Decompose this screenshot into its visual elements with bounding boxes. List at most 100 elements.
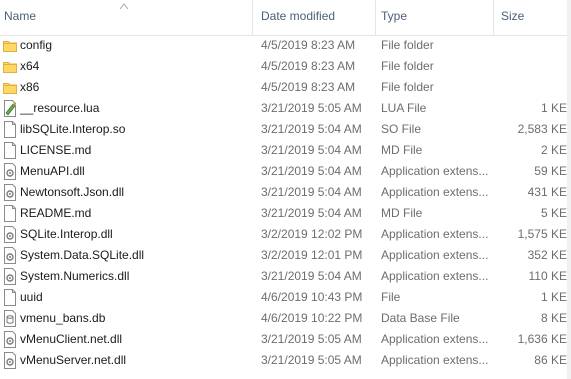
file-row[interactable]: vmenu_bans.db 4/6/2019 10:22 PM Data Base … — [0, 308, 571, 329]
file-icon — [3, 289, 17, 306]
file-date-modified: 3/21/2019 5:05 AM — [261, 353, 362, 367]
file-type: Application extens... — [381, 332, 489, 346]
file-size: 86 KE — [534, 353, 567, 367]
file-name: __resource.lua — [20, 101, 100, 115]
dll-icon — [3, 331, 17, 348]
folder-icon — [3, 79, 17, 96]
file-type: File folder — [381, 80, 434, 94]
file-name: SQLite.Interop.dll — [20, 227, 113, 241]
file-name: LICENSE.md — [20, 143, 92, 157]
file-row[interactable]: vMenuClient.net.dll 3/21/2019 5:05 AM Appl… — [0, 329, 571, 350]
file-date-modified: 4/5/2019 8:23 AM — [261, 80, 356, 94]
file-size: 2 KE — [540, 143, 567, 157]
file-row[interactable]: README.md 3/21/2019 5:04 AM MD File 5 KE — [0, 203, 571, 224]
file-size: 59 KE — [534, 164, 567, 178]
column-header-type[interactable]: Type — [377, 0, 492, 35]
column-divider[interactable] — [252, 0, 253, 35]
file-row[interactable]: Newtonsoft.Json.dll 3/21/2019 5:04 AM Appl… — [0, 182, 571, 203]
file-size: 110 KE — [528, 269, 567, 283]
file-type: Application extens... — [381, 353, 489, 367]
file-row[interactable]: vMenuServer.net.dll 3/21/2019 5:05 AM Appl… — [0, 350, 571, 371]
file-name: System.Data.SQLite.dll — [20, 248, 145, 262]
file-name: Newtonsoft.Json.dll — [20, 185, 125, 199]
db-file-icon — [3, 310, 17, 327]
file-row[interactable]: config 4/5/2019 8:23 AM File folder — [0, 35, 571, 56]
file-date-modified: 4/6/2019 10:22 PM — [261, 311, 363, 325]
file-name: uuid — [20, 290, 43, 304]
dll-icon — [3, 247, 17, 264]
file-row[interactable]: libSQLite.Interop.so 3/21/2019 5:04 AM SO … — [0, 119, 571, 140]
file-size: 1,636 KE — [517, 332, 567, 346]
file-row[interactable]: x86 4/5/2019 8:23 AM File folder — [0, 77, 571, 98]
file-date-modified: 4/5/2019 8:23 AM — [261, 59, 356, 73]
file-name: vmenu_bans.db — [20, 311, 106, 325]
file-size: 1 KE — [540, 101, 567, 115]
folder-icon — [3, 37, 17, 54]
file-row[interactable]: MenuAPI.dll 3/21/2019 5:04 AM Application … — [0, 161, 571, 182]
file-date-modified: 3/21/2019 5:04 AM — [261, 269, 362, 283]
file-type: File — [381, 290, 401, 304]
file-name: System.Numerics.dll — [20, 269, 130, 283]
dll-icon — [3, 163, 17, 180]
file-type: MD File — [381, 206, 423, 220]
file-size: 1,575 KE — [517, 227, 567, 241]
file-icon — [3, 121, 17, 138]
file-type: Application extens... — [381, 269, 489, 283]
column-divider[interactable] — [375, 0, 376, 35]
file-row[interactable]: x64 4/5/2019 8:23 AM File folder — [0, 56, 571, 77]
column-header-bar: Name Date modified Type Size — [0, 0, 571, 36]
file-size: 352 KE — [527, 248, 567, 262]
column-header-size[interactable]: Size — [497, 0, 567, 35]
file-name: MenuAPI.dll — [20, 164, 85, 178]
column-header-name[interactable]: Name — [0, 0, 252, 35]
file-type: Application extens... — [381, 248, 489, 262]
file-date-modified: 3/2/2019 12:01 PM — [261, 248, 363, 262]
file-date-modified: 3/21/2019 5:04 AM — [261, 164, 362, 178]
file-size — [497, 56, 567, 77]
file-size: 1 KE — [540, 290, 567, 304]
dll-icon — [3, 184, 17, 201]
file-name: vMenuClient.net.dll — [20, 332, 123, 346]
file-type: Application extens... — [381, 164, 489, 178]
file-row[interactable]: SQLite.Interop.dll 3/2/2019 12:02 PM Appli… — [0, 224, 571, 245]
file-size — [497, 35, 567, 56]
file-name: config — [20, 38, 53, 52]
file-row[interactable]: uuid 4/6/2019 10:43 PM File 1 KE — [0, 287, 571, 308]
column-header-date-modified[interactable]: Date modified — [257, 0, 375, 35]
file-date-modified: 3/21/2019 5:04 AM — [261, 185, 362, 199]
file-row[interactable]: System.Data.SQLite.dll 3/2/2019 12:01 PM A… — [0, 245, 571, 266]
file-name: vMenuServer.net.dll — [20, 353, 127, 367]
file-date-modified: 3/21/2019 5:05 AM — [261, 101, 362, 115]
scrollbar[interactable] — [567, 0, 571, 379]
dll-icon — [3, 352, 17, 369]
file-icon — [3, 142, 17, 159]
file-date-modified: 3/21/2019 5:05 AM — [261, 332, 362, 346]
file-date-modified: 3/21/2019 5:04 AM — [261, 143, 362, 157]
file-type: LUA File — [381, 101, 427, 115]
column-divider[interactable] — [493, 0, 494, 35]
file-name: README.md — [20, 206, 92, 220]
file-date-modified: 3/2/2019 12:02 PM — [261, 227, 363, 241]
file-type: File folder — [381, 59, 434, 73]
file-type: Data Base File — [381, 311, 460, 325]
file-size: 5 KE — [540, 206, 567, 220]
file-date-modified: 4/5/2019 8:23 AM — [261, 38, 356, 52]
file-row[interactable]: LICENSE.md 3/21/2019 5:04 AM MD File 2 KE — [0, 140, 571, 161]
file-name: x64 — [20, 59, 40, 73]
file-date-modified: 3/21/2019 5:04 AM — [261, 206, 362, 220]
file-type: File folder — [381, 38, 434, 52]
file-date-modified: 4/6/2019 10:43 PM — [261, 290, 363, 304]
file-row[interactable]: System.Numerics.dll 3/21/2019 5:04 AM Appl… — [0, 266, 571, 287]
dll-icon — [3, 226, 17, 243]
file-type: SO File — [381, 122, 422, 136]
file-type: MD File — [381, 143, 423, 157]
lua-file-icon — [3, 100, 17, 117]
file-row[interactable]: __resource.lua 3/21/2019 5:05 AM LUA File 1… — [0, 98, 571, 119]
file-date-modified: 3/21/2019 5:04 AM — [261, 122, 362, 136]
file-type: Application extens... — [381, 185, 489, 199]
file-name: x86 — [20, 80, 40, 94]
folder-icon — [3, 58, 17, 75]
dll-icon — [3, 268, 17, 285]
file-size: 2,583 KE — [517, 122, 567, 136]
file-name: libSQLite.Interop.so — [20, 122, 126, 136]
